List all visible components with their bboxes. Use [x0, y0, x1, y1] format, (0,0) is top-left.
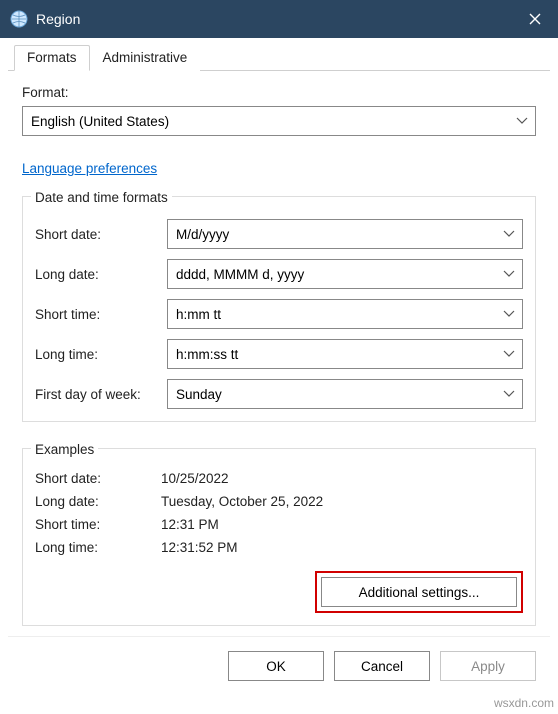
examples-group: Examples Short date: 10/25/2022 Long dat…: [22, 448, 536, 626]
date-time-formats-legend: Date and time formats: [31, 190, 172, 205]
example-short-time-label: Short time:: [35, 517, 161, 532]
first-day-select[interactable]: Sunday: [167, 379, 523, 409]
tab-administrative[interactable]: Administrative: [90, 45, 201, 71]
additional-settings-highlight: Additional settings...: [315, 571, 523, 613]
dialog-footer: OK Cancel Apply: [8, 636, 550, 695]
short-date-select[interactable]: M/d/yyyy: [167, 219, 523, 249]
example-long-date-value: Tuesday, October 25, 2022: [161, 494, 323, 509]
example-short-date-label: Short date:: [35, 471, 161, 486]
language-preferences-link[interactable]: Language preferences: [22, 161, 157, 176]
window-title: Region: [36, 11, 512, 27]
example-long-date-label: Long date:: [35, 494, 161, 509]
tabpanel-formats: Format: English (United States) Language…: [8, 71, 550, 636]
close-icon: [529, 13, 541, 25]
titlebar: Region: [0, 0, 558, 38]
long-date-select[interactable]: dddd, MMMM d, yyyy: [167, 259, 523, 289]
example-long-time-value: 12:31:52 PM: [161, 540, 238, 555]
example-long-time-label: Long time:: [35, 540, 161, 555]
close-button[interactable]: [512, 0, 558, 38]
tab-formats[interactable]: Formats: [14, 45, 90, 71]
cancel-button[interactable]: Cancel: [334, 651, 430, 681]
tabstrip: Formats Administrative: [8, 44, 550, 71]
long-time-select[interactable]: h:mm:ss tt: [167, 339, 523, 369]
watermark: wsxdn.com: [494, 696, 554, 710]
additional-settings-button[interactable]: Additional settings...: [321, 577, 517, 607]
ok-button[interactable]: OK: [228, 651, 324, 681]
apply-button: Apply: [440, 651, 536, 681]
globe-icon: [10, 10, 28, 28]
short-time-select[interactable]: h:mm tt: [167, 299, 523, 329]
date-time-formats-group: Date and time formats Short date: M/d/yy…: [22, 196, 536, 422]
short-date-label: Short date:: [35, 227, 167, 242]
long-time-label: Long time:: [35, 347, 167, 362]
examples-legend: Examples: [31, 442, 98, 457]
short-time-label: Short time:: [35, 307, 167, 322]
format-select[interactable]: English (United States): [22, 106, 536, 136]
format-label: Format:: [22, 85, 536, 100]
dialog-content: Formats Administrative Format: English (…: [0, 38, 558, 703]
example-short-time-value: 12:31 PM: [161, 517, 219, 532]
format-select-wrap: English (United States): [22, 106, 536, 136]
first-day-label: First day of week:: [35, 387, 167, 402]
example-short-date-value: 10/25/2022: [161, 471, 229, 486]
long-date-label: Long date:: [35, 267, 167, 282]
